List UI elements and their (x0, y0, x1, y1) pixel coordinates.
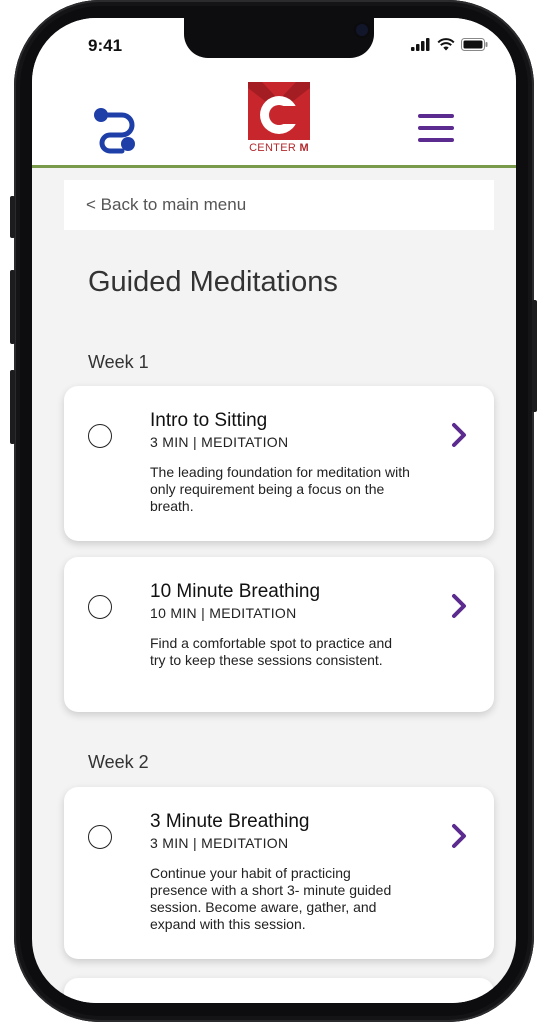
session-title: 10 Minute Breathing (150, 581, 321, 602)
session-meta: 3 MIN | MEDITATION (150, 434, 289, 450)
session-description: Find a comfortable spot to practice and … (150, 635, 393, 668)
radio-unchecked-icon[interactable] (88, 595, 112, 619)
front-camera (356, 24, 368, 36)
session-card[interactable]: Intro to Sitting 3 MIN | MEDITATION The … (64, 386, 494, 541)
header-divider (32, 165, 516, 168)
side-button-volume-up (10, 270, 15, 344)
session-card[interactable]: 10 Minute Breathing 10 MIN | MEDITATION … (64, 557, 494, 712)
week-label: Week 2 (88, 752, 149, 772)
logo-text: CENTER M (249, 142, 309, 154)
logo-mark-icon (248, 82, 310, 140)
session-description: Continue your habit of practicing presen… (150, 865, 392, 932)
side-button-volume-down (10, 370, 15, 444)
status-icons (411, 38, 488, 51)
chevron-right-icon[interactable] (450, 823, 468, 849)
session-card[interactable]: 3 Minute Breathing 3 MIN | MEDITATION Co… (64, 787, 494, 959)
radio-unchecked-icon[interactable] (88, 424, 112, 448)
status-time: 9:41 (88, 36, 123, 55)
session-description: The leading foundation for meditation wi… (150, 464, 410, 514)
session-title: Intro to Sitting (150, 410, 268, 431)
session-card-partial[interactable] (64, 978, 494, 1003)
hamburger-menu-icon[interactable] (418, 114, 454, 144)
phone-screen: 9:41 CENTER M < Back to main menu Guided… (32, 18, 516, 1003)
center-m-logo[interactable]: CENTER M (244, 82, 314, 162)
back-link-label: < Back to main menu (86, 195, 247, 214)
side-button-mute (10, 196, 15, 238)
route-icon[interactable] (92, 106, 142, 156)
back-to-main-menu-link[interactable]: < Back to main menu (64, 180, 494, 230)
radio-unchecked-icon[interactable] (88, 825, 112, 849)
side-button-power (532, 300, 537, 412)
session-title: 3 Minute Breathing (150, 811, 310, 832)
signal-icon (411, 38, 430, 51)
chevron-right-icon[interactable] (450, 422, 468, 448)
chevron-right-icon[interactable] (450, 593, 468, 619)
session-meta: 10 MIN | MEDITATION (150, 605, 297, 621)
session-meta: 3 MIN | MEDITATION (150, 835, 289, 851)
wifi-icon (437, 38, 455, 51)
page-title: Guided Meditations (88, 266, 338, 298)
week-label: Week 1 (88, 352, 149, 372)
notch (184, 18, 374, 58)
battery-icon (461, 38, 488, 51)
